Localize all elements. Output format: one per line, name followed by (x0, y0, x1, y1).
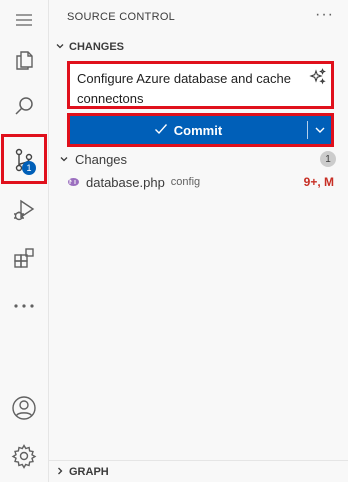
commit-button[interactable]: Commit (70, 116, 306, 144)
source-control-sidebar: SOURCE CONTROL ··· CHANGES Configure Azu… (49, 0, 348, 482)
changes-group-label: Changes (75, 151, 128, 167)
check-icon (154, 122, 168, 138)
run-debug-icon[interactable] (0, 190, 48, 230)
php-file-icon (67, 177, 80, 187)
commit-dropdown-button[interactable] (308, 116, 331, 144)
chevron-right-icon (51, 466, 69, 479)
settings-gear-icon[interactable] (0, 436, 48, 476)
explorer-icon[interactable] (0, 40, 48, 80)
menu-icon[interactable] (0, 0, 48, 40)
commit-message-text: Configure Azure database and cache conne… (77, 71, 291, 106)
file-status: 9+, M (303, 175, 334, 189)
more-icon[interactable] (0, 286, 48, 326)
account-icon[interactable] (0, 388, 48, 428)
search-icon[interactable] (0, 86, 48, 126)
sparkle-icon[interactable] (309, 68, 327, 91)
changes-count-badge: 1 (320, 151, 336, 167)
commit-message-input[interactable]: Configure Azure database and cache conne… (67, 61, 334, 109)
activity-bar: 1 (0, 0, 49, 482)
changes-section-header[interactable]: CHANGES (49, 36, 348, 58)
sidebar-more-button[interactable]: ··· (315, 6, 334, 24)
highlight-box-scm (1, 134, 47, 184)
graph-section-title: GRAPH (69, 466, 109, 478)
changes-section-title: CHANGES (69, 41, 125, 53)
chevron-down-icon (59, 154, 75, 164)
extensions-icon[interactable] (0, 238, 48, 278)
chevron-down-icon (51, 41, 69, 54)
chevron-down-icon (315, 127, 324, 133)
sidebar-title: SOURCE CONTROL (67, 11, 176, 23)
commit-button-group: Commit (67, 113, 334, 147)
file-folder: config (170, 176, 201, 188)
changes-group-row[interactable]: Changes 1 (49, 148, 348, 170)
graph-section-header[interactable]: GRAPH (49, 460, 348, 483)
file-name: database.php (86, 174, 165, 190)
file-row-database-php[interactable]: database.php config 9+, M (49, 171, 348, 193)
commit-button-label: Commit (173, 122, 223, 138)
